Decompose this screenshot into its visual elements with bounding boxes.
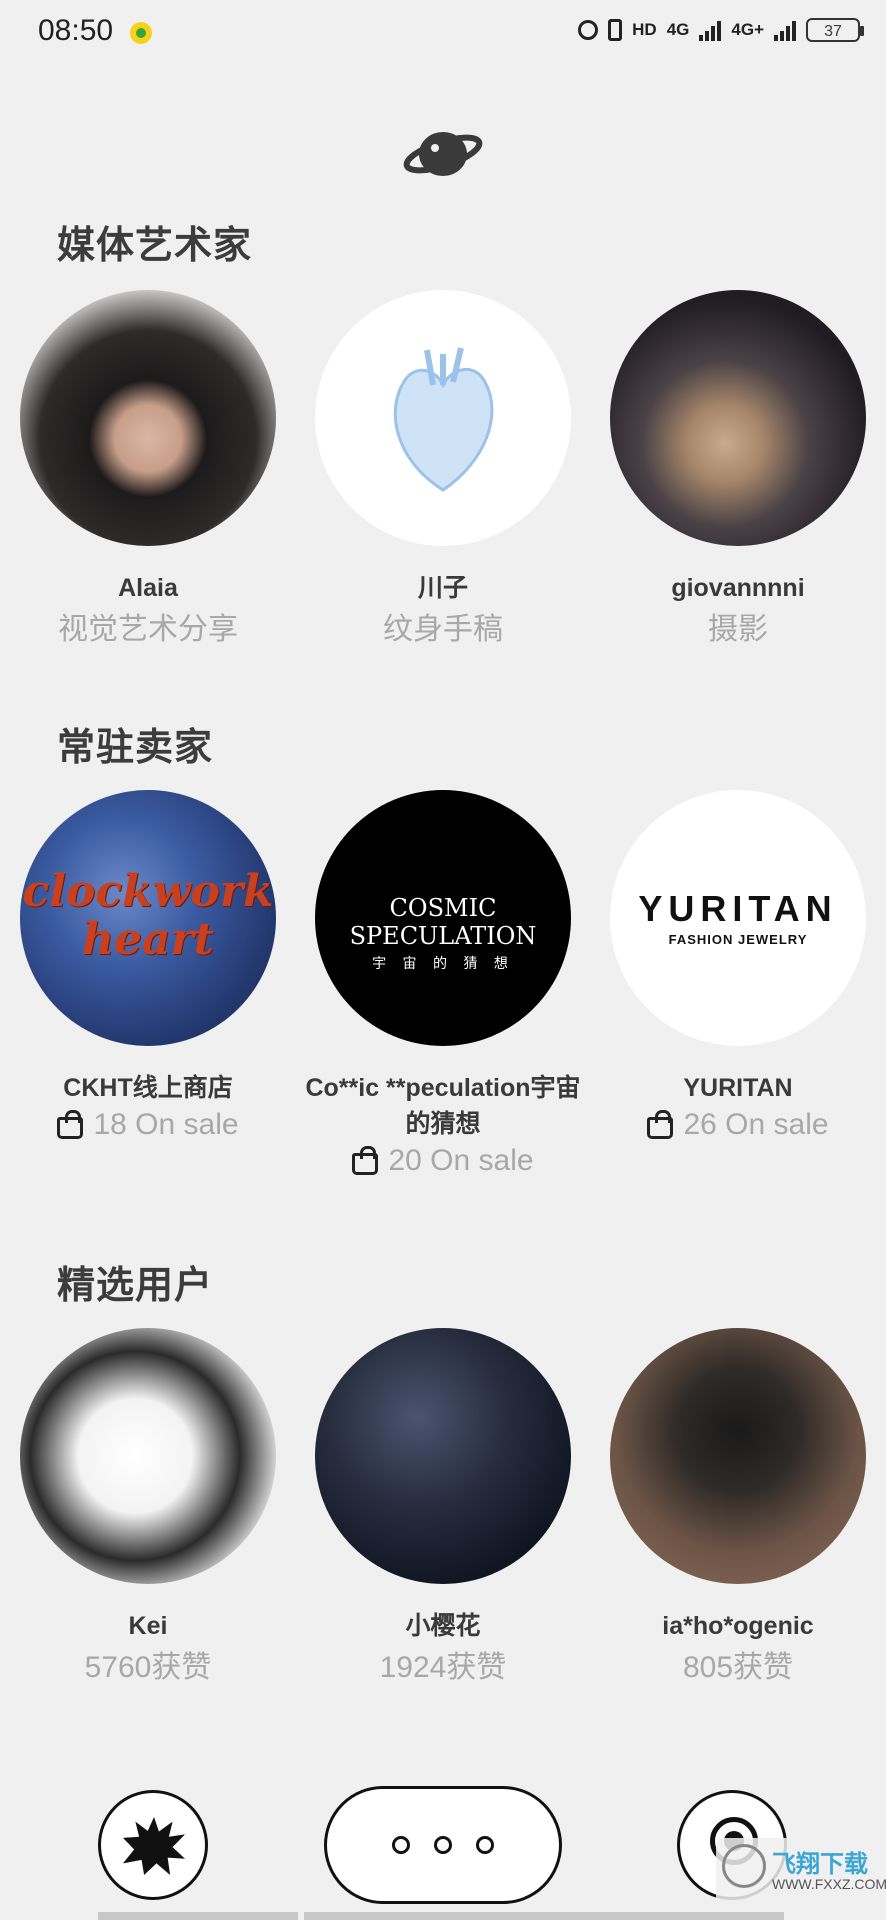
- signal-icon-2: [774, 19, 796, 41]
- artist-name: giovannnni: [671, 574, 805, 602]
- seller-logo-subtitle: FASHION JEWELRY: [668, 932, 808, 947]
- shopping-bag-icon: [647, 1110, 674, 1139]
- status-indicators: HD 4G 4G+ 37: [578, 18, 864, 42]
- avatar[interactable]: [610, 1328, 866, 1584]
- watermark-url: WWW.FXXZ.COM: [772, 1876, 886, 1892]
- user-likes: 805获赞: [682, 1651, 794, 1684]
- seller-logo-title: COSMIC SPECULATION: [349, 894, 537, 950]
- artist-card[interactable]: giovannnni 摄影: [590, 290, 886, 650]
- avatar[interactable]: [610, 290, 866, 546]
- seller-card[interactable]: COSMIC SPECULATION 宇 宙 的 猜 想 Co**ic **pe…: [295, 790, 591, 1178]
- on-sale-label: 26 On sale: [683, 1108, 829, 1141]
- seller-logo-text: clockwork heart: [22, 866, 274, 965]
- shopping-bag-icon: [57, 1110, 84, 1139]
- seller-name: CKHT线上商店: [63, 1074, 233, 1102]
- avatar[interactable]: clockwork heart: [20, 790, 276, 1046]
- seller-name: Co**ic **peculation宇宙的猜想: [305, 1074, 581, 1138]
- user-likes: 1924获赞: [379, 1651, 507, 1684]
- network-label-2: 4G+: [731, 20, 764, 39]
- artist-card[interactable]: 川子 纹身手稿: [295, 290, 591, 650]
- anatomical-heart-icon: [393, 347, 494, 492]
- seller-name: YURITAN: [683, 1074, 793, 1102]
- avatar[interactable]: [20, 1328, 276, 1584]
- artist-subtitle: 摄影: [708, 613, 768, 646]
- seller-card[interactable]: YURITAN FASHION JEWELRY YURITAN 26 On sa…: [590, 790, 886, 1142]
- more-dots-icon: [476, 1836, 494, 1854]
- artist-subtitle: 纹身手稿: [383, 613, 503, 646]
- user-name: 小樱花: [405, 1612, 481, 1640]
- seller-logo-text: COSMIC SPECULATION 宇 宙 的 猜 想: [315, 894, 571, 978]
- discover-button[interactable]: [98, 1790, 208, 1900]
- watermark-logo-icon: [722, 1844, 766, 1888]
- section-title-featured-users: 精选用户: [57, 1265, 214, 1307]
- status-bar: 08:50 HD 4G 4G+ 37: [0, 0, 886, 70]
- section-title-media-artists: 媒体艺术家: [57, 225, 253, 267]
- user-name: Kei: [128, 1612, 168, 1640]
- status-time: 08:50: [38, 14, 114, 47]
- alarm-icon: [578, 20, 599, 40]
- vibrate-icon: [608, 19, 623, 41]
- on-sale-count: 20 On sale: [295, 1144, 591, 1178]
- seller-card[interactable]: clockwork heart CKHT线上商店 18 On sale: [0, 790, 296, 1142]
- battery-icon: 37: [806, 18, 864, 42]
- avatar[interactable]: COSMIC SPECULATION 宇 宙 的 猜 想: [315, 790, 571, 1046]
- watermark: 飞翔下载 WWW.FXXZ.COM: [716, 1838, 886, 1908]
- hd-indicator: HD: [632, 20, 657, 39]
- watermark-text: 飞翔下载: [772, 1851, 868, 1878]
- avatar[interactable]: [315, 290, 571, 546]
- more-button[interactable]: [324, 1786, 562, 1904]
- on-sale-label: 20 On sale: [388, 1144, 534, 1177]
- avatar[interactable]: YURITAN FASHION JEWELRY: [610, 790, 866, 1046]
- app-notification-icon: [130, 22, 152, 44]
- shopping-bag-icon: [352, 1146, 379, 1175]
- home-indicator: [98, 1912, 298, 1920]
- more-dots-icon: [392, 1836, 410, 1854]
- user-likes: 5760获赞: [84, 1651, 212, 1684]
- artist-card[interactable]: Alaia 视觉艺术分享: [0, 290, 296, 650]
- splat-icon: [123, 1817, 185, 1875]
- user-card[interactable]: 小樱花 1924获赞: [295, 1328, 591, 1688]
- home-indicator: [304, 1912, 784, 1920]
- more-dots-icon: [434, 1836, 452, 1854]
- artist-subtitle: 视觉艺术分享: [58, 613, 238, 646]
- user-card[interactable]: Kei 5760获赞: [0, 1328, 296, 1688]
- artist-name: Alaia: [118, 574, 178, 602]
- avatar[interactable]: [20, 290, 276, 546]
- planet-logo-icon: [403, 132, 483, 176]
- seller-logo-title: YURITAN: [638, 888, 838, 929]
- network-label-1: 4G: [666, 20, 690, 39]
- artist-name: 川子: [417, 574, 468, 602]
- on-sale-count: 26 On sale: [590, 1108, 886, 1142]
- on-sale-count: 18 On sale: [0, 1108, 296, 1142]
- user-card[interactable]: ia*ho*ogenic 805获赞: [590, 1328, 886, 1688]
- seller-logo-subtitle: 宇 宙 的 猜 想: [372, 956, 514, 972]
- user-name: ia*ho*ogenic: [662, 1612, 814, 1640]
- signal-icon-1: [699, 19, 722, 41]
- avatar[interactable]: [315, 1328, 571, 1584]
- on-sale-label: 18 On sale: [93, 1108, 239, 1141]
- section-title-resident-sellers: 常驻卖家: [57, 727, 214, 769]
